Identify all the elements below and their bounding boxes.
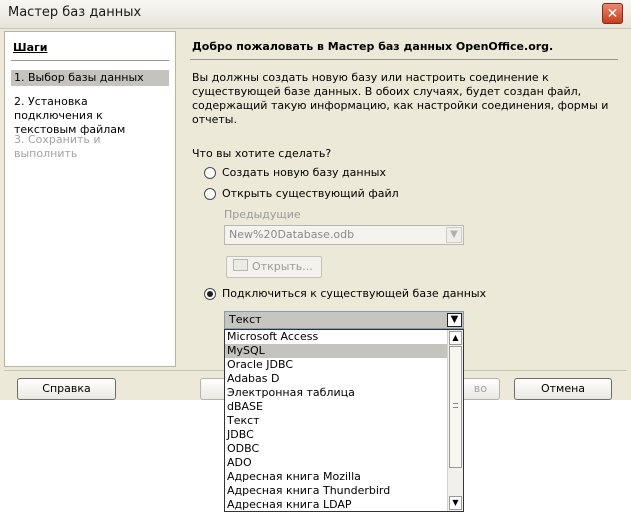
dropdown-option-adabas-d[interactable]: Adabas D [225,372,447,386]
folder-icon [233,259,248,271]
chevron-down-icon[interactable]: ▼ [447,313,462,327]
radio-button[interactable] [204,187,216,200]
database-type-select[interactable]: Текст ▼ [224,311,464,329]
dropdown-option-jdbc[interactable]: JDBC [225,428,447,442]
dropdown-scrollbar[interactable]: ▲ ▼ [447,330,463,511]
dropdown-option-mysql[interactable]: MySQL [225,344,447,358]
dropdown-option-mozilla-addressbook[interactable]: Адресная книга Mozilla [225,470,447,484]
grip-icon [453,403,458,408]
cancel-button-label: Отмена [540,382,586,395]
content-divider [190,59,618,60]
radio-label: Подключиться к существующей базе данных [222,287,487,300]
step-select-database[interactable]: 1. Выбор базы данных [11,70,169,86]
close-button[interactable]: ✕ [602,3,623,24]
dropdown-option-oracle-jdbc[interactable]: Oracle JDBC [225,358,447,372]
dropdown-option-ado[interactable]: ADO [225,456,447,470]
dropdown-option-odbc[interactable]: ODBC [225,442,447,456]
chevron-down-icon: ▼ [446,227,462,243]
dropdown-option-text[interactable]: Текст [225,414,447,428]
title-bar: Мастер баз данных ✕ [0,0,631,29]
dropdown-list: Microsoft Access MySQL Oracle JDBC Adaba… [225,330,447,511]
radio-button[interactable] [204,287,216,300]
previous-files-select: New%20Database.odb ▼ [224,225,464,245]
question-label: Что вы хотите сделать? [192,147,332,160]
dropdown-option-microsoft-access[interactable]: Microsoft Access [225,330,447,344]
radio-connect-existing[interactable]: Подключиться к существующей базе данных [204,287,486,300]
dropdown-option-ldap-addressbook[interactable]: Адресная книга LDAP [225,498,447,511]
radio-open-existing[interactable]: Открыть существующий файл [204,187,399,200]
cancel-button[interactable]: Отмена [514,378,612,400]
description-text: Вы должны создать новую базу или настрои… [192,71,609,126]
open-button-label: Открыть... [252,260,313,273]
close-icon: ✕ [606,6,619,22]
window-title: Мастер баз данных [8,5,142,20]
steps-panel: Шаги 1. Выбор базы данных 2. Установка п… [4,31,176,367]
scroll-thumb[interactable] [449,346,462,468]
dropdown-option-spreadsheet[interactable]: Электронная таблица [225,386,447,400]
open-file-button: Открыть... [226,256,322,278]
radio-label: Открыть существующий файл [222,187,399,200]
dropdown-option-dbase[interactable]: dBASE [225,400,447,414]
help-button-label: Справка [42,382,91,395]
steps-title: Шаги [13,41,48,54]
database-type-value: Текст [229,313,262,326]
help-button[interactable]: Справка [17,378,116,400]
scroll-up-icon[interactable]: ▲ [449,331,462,345]
steps-divider [11,60,169,61]
previous-files-label: Предыдущие [224,208,301,221]
previous-files-value: New%20Database.odb [229,228,355,241]
radio-create-new[interactable]: Создать новую базу данных [204,166,386,179]
page-title: Добро пожаловать в Мастер баз данных Ope… [192,40,554,53]
scroll-down-icon[interactable]: ▼ [449,496,462,510]
radio-button[interactable] [204,166,216,179]
radio-label: Создать новую базу данных [222,166,386,179]
database-type-dropdown: Microsoft Access MySQL Oracle JDBC Adaba… [224,329,464,512]
next-button-label: во [473,382,487,395]
dropdown-option-thunderbird-addressbook[interactable]: Адресная книга Thunderbird [225,484,447,498]
step-save-and-proceed: 3. Сохранить и выполнить [14,133,101,160]
